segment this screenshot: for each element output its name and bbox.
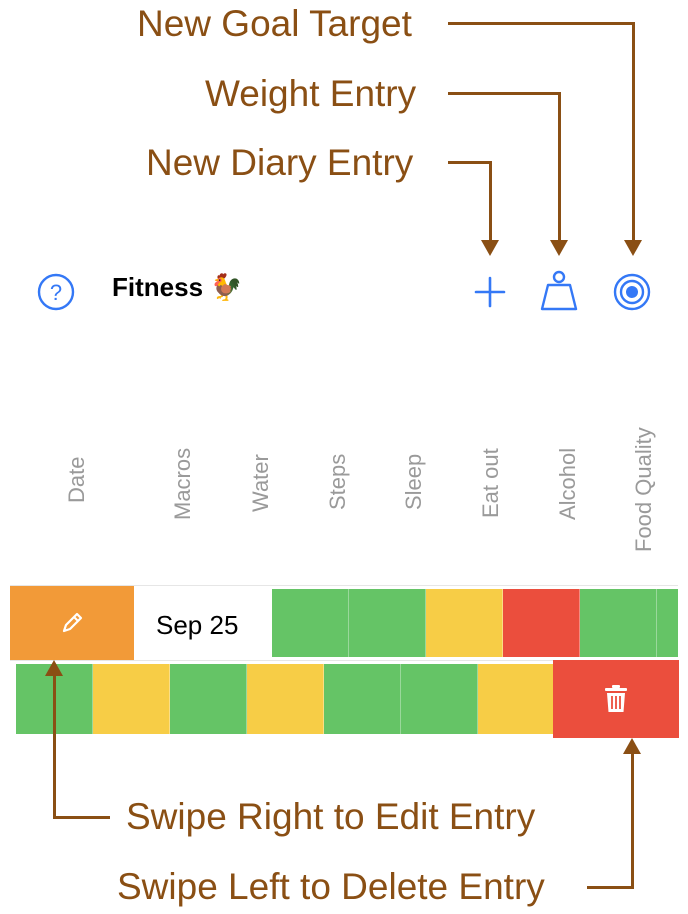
annotation-swipe-right-edit: Swipe Right to Edit Entry (126, 796, 536, 837)
cell-steps (426, 589, 503, 657)
arrow-weight-v (558, 92, 561, 242)
column-header-food-quality: Food Quality (631, 427, 656, 552)
annotation-swipe-left-delete: Swipe Left to Delete Entry (117, 866, 545, 907)
delete-entry-button[interactable] (553, 660, 679, 738)
cell (247, 664, 324, 734)
cell-alcohol (657, 589, 678, 657)
nav-title: Fitness 🐓 (112, 272, 243, 302)
column-header-date: Date (64, 456, 89, 503)
column-header-eat-out: Eat out (478, 448, 503, 518)
plus-icon (474, 276, 506, 308)
column-header-macros: Macros (170, 447, 195, 520)
table-row[interactable] (16, 664, 553, 734)
row-date: Sep 25 (156, 610, 239, 640)
column-header-steps: Steps (325, 453, 350, 510)
cell (324, 664, 401, 734)
arrow-delete-h (587, 886, 634, 889)
arrow-edit-v (53, 674, 56, 819)
cell (478, 664, 553, 734)
cell-macros (272, 589, 349, 657)
annotation-new-diary-entry: New Diary Entry (146, 142, 414, 183)
arrow-goal-head (624, 240, 642, 256)
new-diary-entry-button[interactable] (470, 272, 510, 312)
row-cells (272, 589, 678, 657)
cell-sleep (503, 589, 580, 657)
pencil-icon (62, 612, 83, 633)
arrow-diary-v (489, 161, 492, 242)
arrow-goal-h (448, 22, 635, 25)
annotation-new-goal-target: New Goal Target (137, 3, 412, 44)
help-button[interactable]: ? (36, 272, 76, 312)
column-header-sleep: Sleep (401, 453, 426, 510)
question-circle-icon: ? (37, 273, 75, 311)
trash-icon (605, 685, 627, 712)
column-header-alcohol: Alcohol (555, 447, 580, 520)
weight-scale-icon (540, 270, 578, 311)
target-icon (613, 273, 651, 311)
arrow-diary-h (448, 161, 492, 164)
column-header-water: Water (248, 454, 273, 512)
annotation-weight-entry: Weight Entry (205, 73, 417, 114)
cell (170, 664, 247, 734)
weight-entry-button[interactable] (538, 268, 580, 314)
row-cells (16, 664, 553, 734)
arrow-goal-v (632, 22, 635, 242)
svg-text:?: ? (50, 280, 62, 305)
cell-water (349, 589, 426, 657)
edit-entry-button[interactable] (10, 586, 134, 660)
arrow-diary-head (481, 240, 499, 256)
arrow-weight-h (448, 92, 561, 95)
cell (93, 664, 170, 734)
cell-eat-out (580, 589, 657, 657)
arrow-weight-head (550, 240, 568, 256)
goal-target-button[interactable] (611, 271, 653, 313)
cell (401, 664, 478, 734)
arrow-delete-v (631, 752, 634, 889)
table-row[interactable]: Sep 25 (134, 586, 678, 660)
arrow-edit-h (53, 816, 110, 819)
